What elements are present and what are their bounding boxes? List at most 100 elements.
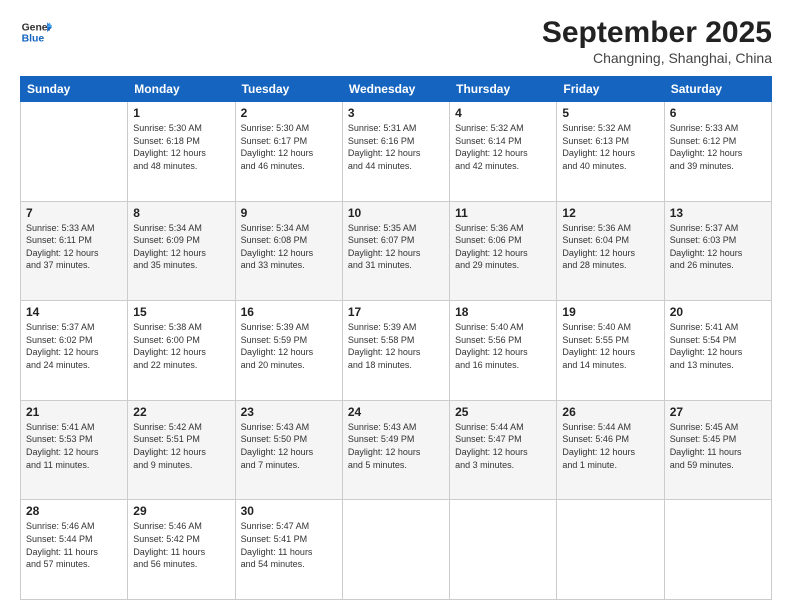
logo-icon: General Blue (20, 16, 52, 48)
calendar-cell: 1 Sunrise: 5:30 AMSunset: 6:18 PMDaylight… (128, 102, 235, 202)
day-info: Sunrise: 5:44 AMSunset: 5:46 PMDaylight:… (562, 421, 658, 471)
day-number: 29 (133, 504, 229, 518)
day-info: Sunrise: 5:36 AMSunset: 6:06 PMDaylight:… (455, 222, 551, 272)
day-info: Sunrise: 5:37 AMSunset: 6:02 PMDaylight:… (26, 321, 122, 371)
day-info: Sunrise: 5:36 AMSunset: 6:04 PMDaylight:… (562, 222, 658, 272)
day-info: Sunrise: 5:35 AMSunset: 6:07 PMDaylight:… (348, 222, 444, 272)
day-info: Sunrise: 5:37 AMSunset: 6:03 PMDaylight:… (670, 222, 766, 272)
day-number: 8 (133, 206, 229, 220)
location-subtitle: Changning, Shanghai, China (542, 50, 772, 66)
day-info: Sunrise: 5:45 AMSunset: 5:45 PMDaylight:… (670, 421, 766, 471)
day-info: Sunrise: 5:32 AMSunset: 6:14 PMDaylight:… (455, 122, 551, 172)
day-info: Sunrise: 5:32 AMSunset: 6:13 PMDaylight:… (562, 122, 658, 172)
day-info: Sunrise: 5:46 AMSunset: 5:44 PMDaylight:… (26, 520, 122, 570)
calendar-cell: 30 Sunrise: 5:47 AMSunset: 5:41 PMDayligh… (235, 500, 342, 600)
day-info: Sunrise: 5:46 AMSunset: 5:42 PMDaylight:… (133, 520, 229, 570)
day-number: 14 (26, 305, 122, 319)
calendar-cell: 21 Sunrise: 5:41 AMSunset: 5:53 PMDayligh… (21, 400, 128, 500)
calendar-cell: 18Sunrise: 5:40 AMSunset: 5:56 PMDayligh… (450, 301, 557, 401)
day-number: 1 (133, 106, 229, 120)
calendar-cell: 13Sunrise: 5:37 AMSunset: 6:03 PMDayligh… (664, 201, 771, 301)
day-number: 30 (241, 504, 337, 518)
day-number: 9 (241, 206, 337, 220)
calendar-cell: 26 Sunrise: 5:44 AMSunset: 5:46 PMDayligh… (557, 400, 664, 500)
calendar-cell: 3Sunrise: 5:31 AMSunset: 6:16 PMDaylight… (342, 102, 449, 202)
month-year-title: September 2025 (542, 16, 772, 50)
day-number: 10 (348, 206, 444, 220)
weekday-header-wednesday: Wednesday (342, 77, 449, 102)
calendar-cell: 9 Sunrise: 5:34 AMSunset: 6:08 PMDaylight… (235, 201, 342, 301)
calendar-cell: 2Sunrise: 5:30 AMSunset: 6:17 PMDaylight… (235, 102, 342, 202)
day-number: 27 (670, 405, 766, 419)
weekday-header-row: SundayMondayTuesdayWednesdayThursdayFrid… (21, 77, 772, 102)
calendar-cell: 12 Sunrise: 5:36 AMSunset: 6:04 PMDayligh… (557, 201, 664, 301)
day-info: Sunrise: 5:41 AMSunset: 5:54 PMDaylight:… (670, 321, 766, 371)
weekday-header-monday: Monday (128, 77, 235, 102)
calendar-cell: 10 Sunrise: 5:35 AMSunset: 6:07 PMDayligh… (342, 201, 449, 301)
calendar-cell (450, 500, 557, 600)
calendar-cell: 29 Sunrise: 5:46 AMSunset: 5:42 PMDayligh… (128, 500, 235, 600)
day-info: Sunrise: 5:41 AMSunset: 5:53 PMDaylight:… (26, 421, 122, 471)
header: General Blue September 2025 Changning, S… (20, 16, 772, 66)
day-number: 26 (562, 405, 658, 419)
calendar-cell: 24 Sunrise: 5:43 AMSunset: 5:49 PMDayligh… (342, 400, 449, 500)
day-info: Sunrise: 5:33 AMSunset: 6:11 PMDaylight:… (26, 222, 122, 272)
calendar-cell: 14 Sunrise: 5:37 AMSunset: 6:02 PMDayligh… (21, 301, 128, 401)
calendar-cell: 23Sunrise: 5:43 AMSunset: 5:50 PMDayligh… (235, 400, 342, 500)
calendar-cell: 22Sunrise: 5:42 AMSunset: 5:51 PMDayligh… (128, 400, 235, 500)
day-number: 25 (455, 405, 551, 419)
calendar-cell: 19Sunrise: 5:40 AMSunset: 5:55 PMDayligh… (557, 301, 664, 401)
day-number: 12 (562, 206, 658, 220)
day-info: Sunrise: 5:39 AMSunset: 5:58 PMDaylight:… (348, 321, 444, 371)
calendar-cell (664, 500, 771, 600)
day-info: Sunrise: 5:30 AMSunset: 6:17 PMDaylight:… (241, 122, 337, 172)
day-number: 6 (670, 106, 766, 120)
calendar-cell: 11 Sunrise: 5:36 AMSunset: 6:06 PMDayligh… (450, 201, 557, 301)
calendar-cell: 17 Sunrise: 5:39 AMSunset: 5:58 PMDayligh… (342, 301, 449, 401)
logo: General Blue (20, 16, 52, 48)
calendar-cell: 6 Sunrise: 5:33 AMSunset: 6:12 PMDaylight… (664, 102, 771, 202)
calendar-cell (342, 500, 449, 600)
calendar-table: SundayMondayTuesdayWednesdayThursdayFrid… (20, 76, 772, 600)
day-number: 11 (455, 206, 551, 220)
calendar-cell: 27 Sunrise: 5:45 AMSunset: 5:45 PMDayligh… (664, 400, 771, 500)
calendar-cell (21, 102, 128, 202)
day-number: 21 (26, 405, 122, 419)
calendar-cell: 4Sunrise: 5:32 AMSunset: 6:14 PMDaylight… (450, 102, 557, 202)
day-info: Sunrise: 5:44 AMSunset: 5:47 PMDaylight:… (455, 421, 551, 471)
day-number: 19 (562, 305, 658, 319)
day-number: 5 (562, 106, 658, 120)
day-info: Sunrise: 5:40 AMSunset: 5:56 PMDaylight:… (455, 321, 551, 371)
weekday-header-friday: Friday (557, 77, 664, 102)
day-number: 20 (670, 305, 766, 319)
title-block: September 2025 Changning, Shanghai, Chin… (542, 16, 772, 66)
day-info: Sunrise: 5:34 AMSunset: 6:09 PMDaylight:… (133, 222, 229, 272)
day-number: 22 (133, 405, 229, 419)
calendar-cell: 20 Sunrise: 5:41 AMSunset: 5:54 PMDayligh… (664, 301, 771, 401)
calendar-cell: 15 Sunrise: 5:38 AMSunset: 6:00 PMDayligh… (128, 301, 235, 401)
calendar-cell (557, 500, 664, 600)
day-info: Sunrise: 5:34 AMSunset: 6:08 PMDaylight:… (241, 222, 337, 272)
weekday-header-sunday: Sunday (21, 77, 128, 102)
day-info: Sunrise: 5:43 AMSunset: 5:49 PMDaylight:… (348, 421, 444, 471)
calendar-cell: 5 Sunrise: 5:32 AMSunset: 6:13 PMDaylight… (557, 102, 664, 202)
calendar-cell: 8 Sunrise: 5:34 AMSunset: 6:09 PMDaylight… (128, 201, 235, 301)
day-info: Sunrise: 5:30 AMSunset: 6:18 PMDaylight:… (133, 122, 229, 172)
calendar-week-5: 28Sunrise: 5:46 AMSunset: 5:44 PMDayligh… (21, 500, 772, 600)
calendar-week-2: 7 Sunrise: 5:33 AMSunset: 6:11 PMDaylight… (21, 201, 772, 301)
day-number: 7 (26, 206, 122, 220)
calendar-cell: 16Sunrise: 5:39 AMSunset: 5:59 PMDayligh… (235, 301, 342, 401)
calendar-week-4: 21 Sunrise: 5:41 AMSunset: 5:53 PMDayligh… (21, 400, 772, 500)
day-number: 23 (241, 405, 337, 419)
calendar-week-1: 1 Sunrise: 5:30 AMSunset: 6:18 PMDaylight… (21, 102, 772, 202)
day-info: Sunrise: 5:47 AMSunset: 5:41 PMDaylight:… (241, 520, 337, 570)
weekday-header-saturday: Saturday (664, 77, 771, 102)
calendar-week-3: 14 Sunrise: 5:37 AMSunset: 6:02 PMDayligh… (21, 301, 772, 401)
day-number: 17 (348, 305, 444, 319)
day-info: Sunrise: 5:38 AMSunset: 6:00 PMDaylight:… (133, 321, 229, 371)
calendar-cell: 25 Sunrise: 5:44 AMSunset: 5:47 PMDayligh… (450, 400, 557, 500)
day-info: Sunrise: 5:33 AMSunset: 6:12 PMDaylight:… (670, 122, 766, 172)
day-info: Sunrise: 5:31 AMSunset: 6:16 PMDaylight:… (348, 122, 444, 172)
day-number: 24 (348, 405, 444, 419)
day-number: 15 (133, 305, 229, 319)
